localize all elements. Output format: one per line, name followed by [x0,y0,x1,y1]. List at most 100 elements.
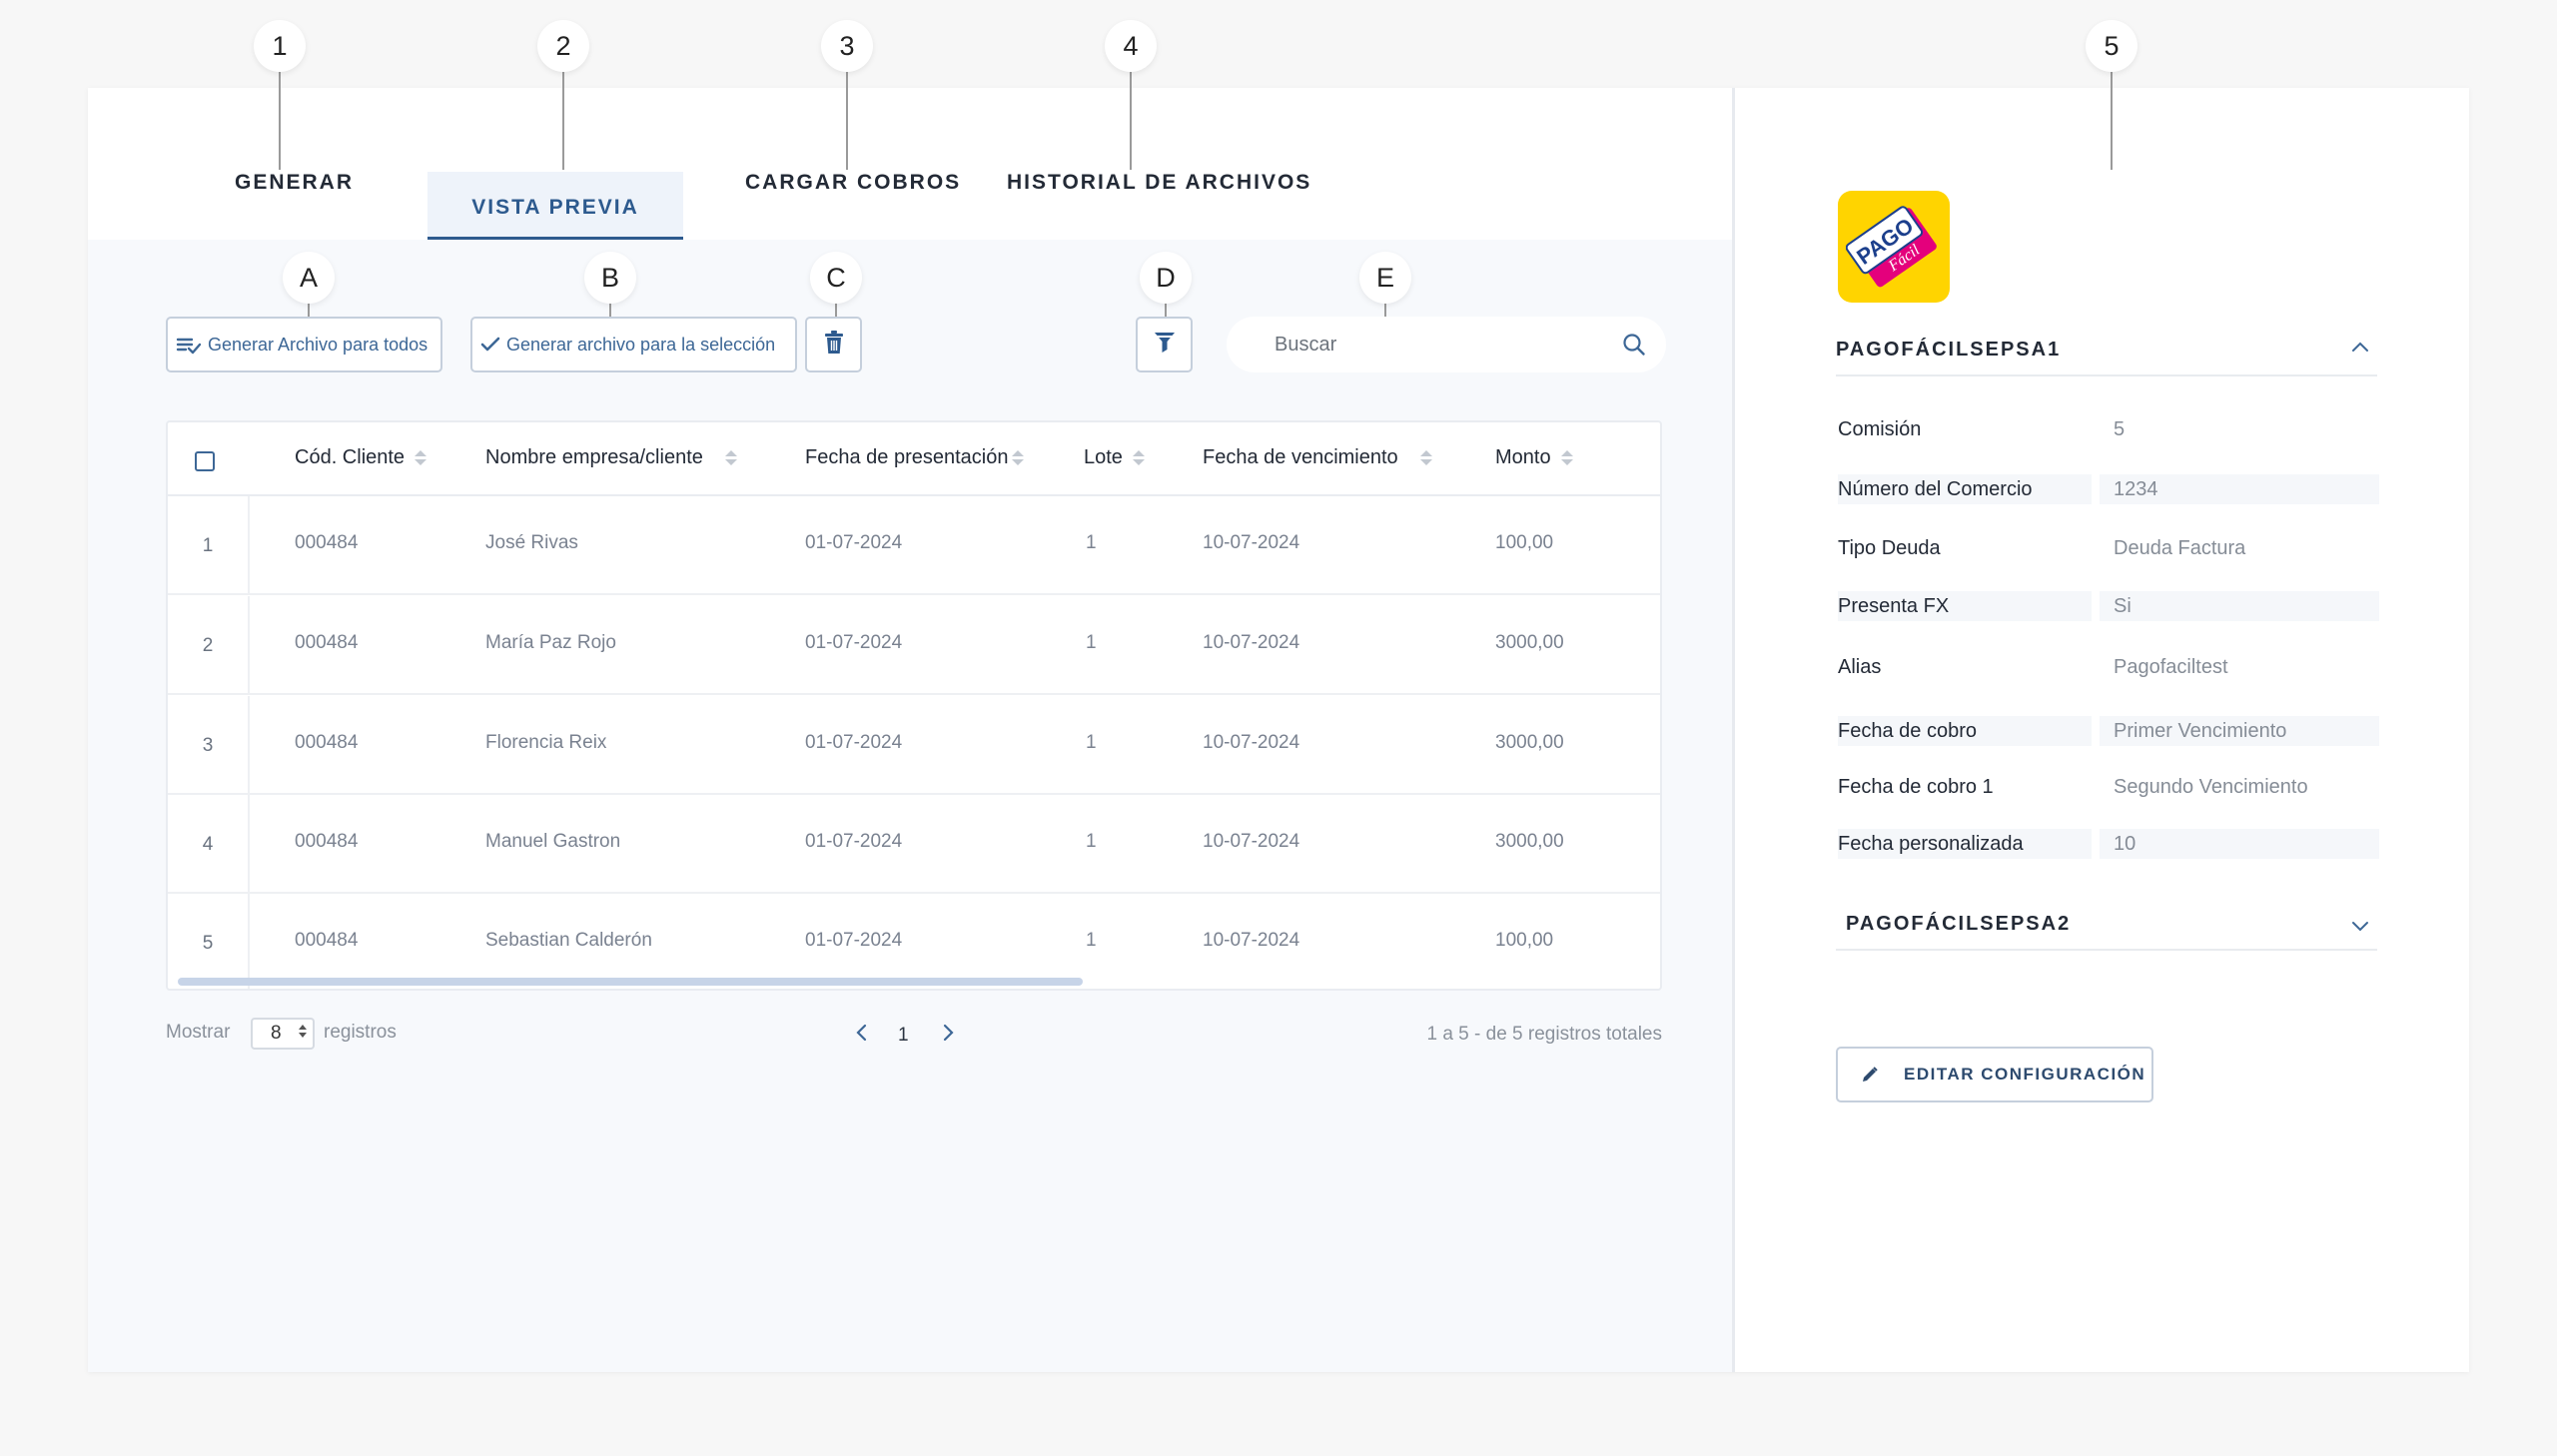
cell-cod-cliente: 000484 [295,732,359,753]
cell-fecha-vencimiento: 10-07-2024 [1203,532,1300,553]
header-cod-cliente[interactable]: Cód. Cliente [295,446,427,469]
prop-comision: Comisión 5 [1838,414,2379,444]
filter-button[interactable] [1136,317,1193,372]
generate-selection-button[interactable]: Generar archivo para la selección [470,317,797,372]
cell-nombre: José Rivas [485,532,578,553]
prop-tipo-deuda: Tipo Deuda Deuda Factura [1838,533,2379,563]
cell-fecha-vencimiento: 10-07-2024 [1203,930,1300,951]
section1-header[interactable]: PAGOFÁCILSEPSA1 [1836,337,2377,376]
sort-icon [724,450,737,465]
tab-cargar-cobros[interactable]: CARGAR COBROS [745,171,961,195]
header-fecha-presentacion[interactable]: Fecha de presentación [805,446,1025,469]
sort-icon [1012,450,1025,465]
callout-leader-d [1165,302,1167,317]
cell-nombre: Sebastian Calderón [485,930,652,951]
tab-generar[interactable]: GENERAR [235,171,354,195]
tab-historial-archivos[interactable]: HISTORIAL DE ARCHIVOS [1007,171,1311,195]
table-row[interactable]: 1 000484 José Rivas 01-07-2024 1 10-07-2… [168,496,1660,595]
cell-lote: 1 [1086,930,1097,951]
section2-title: PAGOFÁCILSEPSA2 [1846,913,2072,935]
panel-divider [1732,88,1735,1372]
row-number: 3 [168,696,250,795]
header-lote[interactable]: Lote [1084,446,1145,469]
table-row[interactable]: 5 000484 Sebastian Calderón 01-07-2024 1… [168,894,1660,989]
header-fecha-vencimiento[interactable]: Fecha de vencimiento [1203,446,1432,469]
prop-value: Deuda Factura [2114,536,2246,559]
row-number: 4 [168,795,250,894]
prop-value: Primer Vencimiento [2100,716,2379,746]
cell-nombre: María Paz Rojo [485,632,616,653]
cell-monto: 3000,00 [1495,632,1564,653]
generate-selection-label: Generar archivo para la selección [506,334,776,355]
generate-all-label: Generar Archivo para todos [208,334,428,355]
prop-fecha-cobro: Fecha de cobro Primer Vencimiento [1838,716,2379,746]
callout-leader-4 [1130,72,1132,170]
callout-marker-2: 2 [537,20,589,72]
horizontal-scrollbar[interactable] [178,978,1083,986]
tab-bar: GENERAR VISTA PREVIA CARGAR COBROS HISTO… [88,88,1732,240]
prop-value: 10 [2100,829,2379,859]
generate-all-button[interactable]: Generar Archivo para todos [166,317,442,372]
cell-nombre: Florencia Reix [485,732,607,753]
prop-value: Pagofaciltest [2114,655,2228,678]
callout-marker-c: C [810,252,862,304]
filter-icon [1154,331,1176,360]
table-row[interactable]: 3 000484 Florencia Reix 01-07-2024 1 10-… [168,696,1660,795]
header-nombre[interactable]: Nombre empresa/cliente [485,446,737,469]
row-number: 5 [168,894,250,989]
list-check-icon [176,335,202,355]
table-row[interactable]: 4 000484 Manuel Gastron 01-07-2024 1 10-… [168,795,1660,894]
prev-page-icon[interactable] [855,1023,869,1049]
page-size-value: 8 [271,1023,282,1044]
search-input[interactable] [1275,327,1594,363]
pagofacil-logo: PAGO Fácil [1838,191,1950,303]
cell-fecha-vencimiento: 10-07-2024 [1203,831,1300,852]
search-box [1227,317,1666,372]
table-row[interactable]: 2 000484 María Paz Rojo 01-07-2024 1 10-… [168,596,1660,695]
callout-marker-1: 1 [254,20,306,72]
cell-cod-cliente: 000484 [295,831,359,852]
callout-marker-5: 5 [2086,20,2137,72]
callout-leader-2 [562,72,564,170]
delete-button[interactable] [805,317,862,372]
prop-fecha-personalizada: Fecha personalizada 10 [1838,829,2379,859]
tab-vista-previa[interactable]: VISTA PREVIA [427,172,683,240]
prop-label: Alias [1838,655,1882,678]
prop-value: 5 [2114,417,2126,440]
prop-value: Segundo Vencimiento [2114,775,2308,798]
page-size-select[interactable]: 8 [251,1018,315,1050]
cell-monto: 100,00 [1495,930,1554,951]
check-icon [480,336,500,354]
stepper-arrows-icon [299,1025,307,1038]
row-number: 2 [168,596,250,695]
select-all-checkbox[interactable] [195,451,215,471]
cell-fecha-presentacion: 01-07-2024 [805,632,903,653]
callout-marker-d: D [1140,252,1192,304]
prop-alias: Alias Pagofaciltest [1838,652,2379,682]
section2-header[interactable]: PAGOFÁCILSEPSA2 [1836,911,2377,951]
edit-config-button[interactable]: EDITAR CONFIGURACIÓN [1836,1047,2153,1102]
next-page-icon[interactable] [941,1023,955,1049]
callout-leader-a [308,302,310,317]
records-summary: 1 a 5 - de 5 registros totales [1426,1024,1662,1045]
current-page[interactable]: 1 [898,1025,909,1047]
cell-lote: 1 [1086,632,1097,653]
search-icon[interactable] [1622,333,1646,362]
callout-leader-c [835,302,837,317]
chevron-up-icon[interactable] [2349,337,2371,364]
chevron-down-icon[interactable] [2349,915,2371,942]
cell-fecha-vencimiento: 10-07-2024 [1203,732,1300,753]
data-table: Cód. Cliente Nombre empresa/cliente Fech… [166,420,1662,991]
callout-marker-4: 4 [1105,20,1157,72]
cell-fecha-presentacion: 01-07-2024 [805,532,903,553]
prop-value: 1234 [2100,474,2379,504]
cell-lote: 1 [1086,831,1097,852]
prop-value: Si [2100,591,2379,621]
sort-icon [415,450,427,465]
cell-cod-cliente: 000484 [295,532,359,553]
callout-leader-3 [846,72,848,170]
cell-fecha-vencimiento: 10-07-2024 [1203,632,1300,653]
header-monto[interactable]: Monto [1495,446,1573,469]
row-number: 1 [168,496,250,595]
prop-numero-comercio: Número del Comercio 1234 [1838,474,2379,504]
